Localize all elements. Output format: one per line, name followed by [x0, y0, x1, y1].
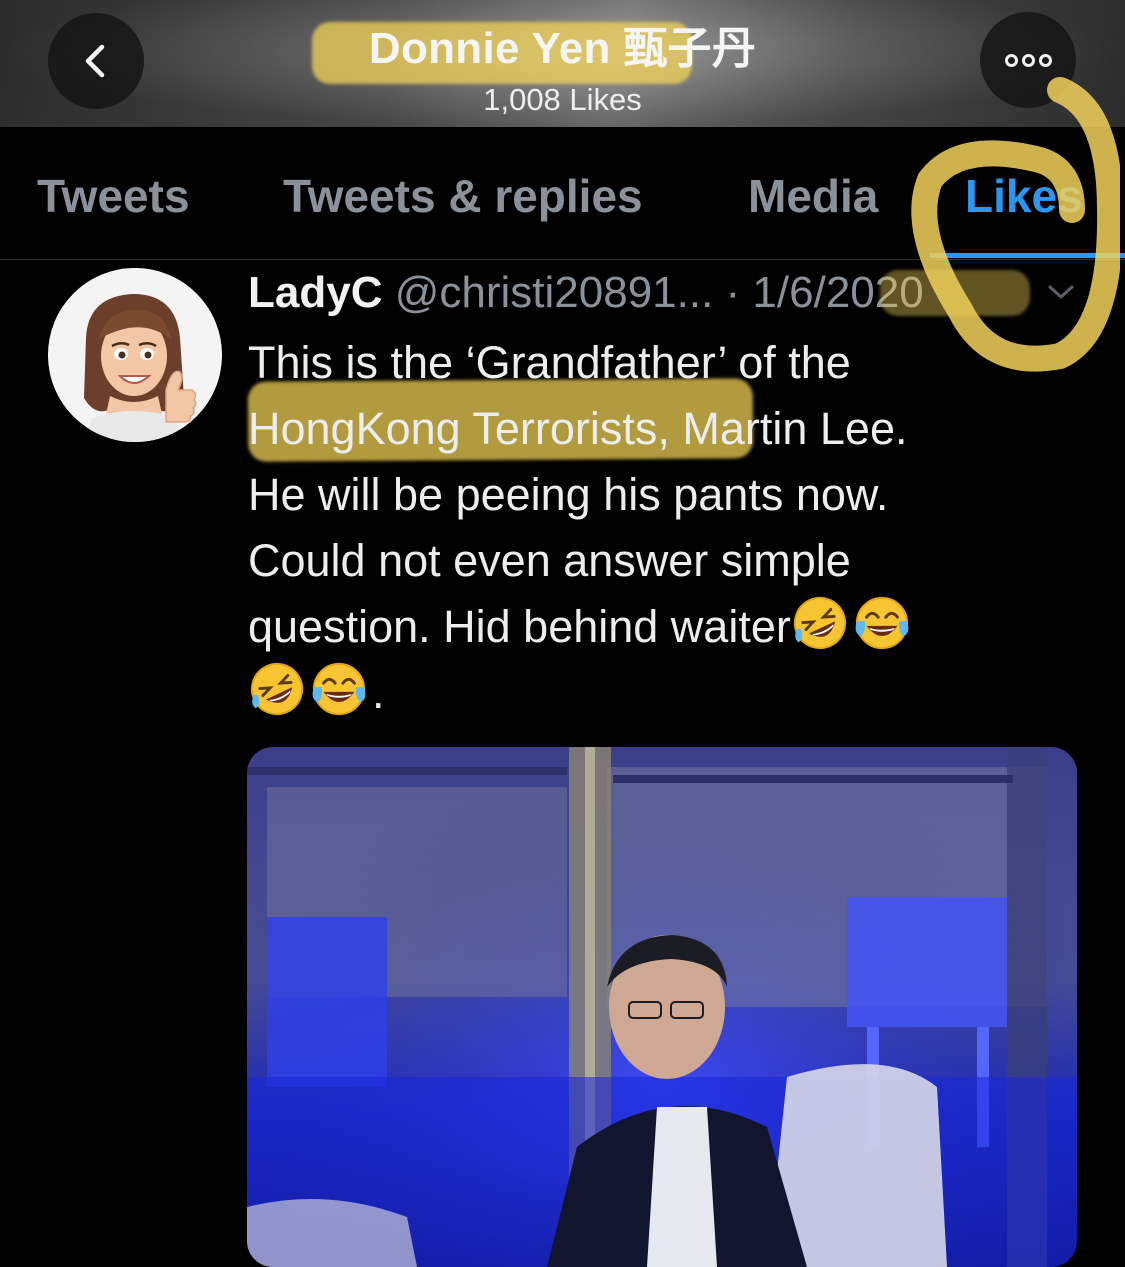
profile-header: Donnie Yen 甄子丹 1,008 Likes — [0, 0, 1125, 127]
tab-likes[interactable]: Likes — [965, 169, 1083, 223]
tweet-header: LadyC @christi20891... · 1/6/2020 — [248, 268, 924, 318]
tab-tweets[interactable]: Tweets — [37, 169, 190, 223]
more-options-button[interactable] — [980, 12, 1076, 108]
more-horizontal-icon — [1004, 53, 1052, 67]
tweet-author-handle[interactable]: @christi20891... — [395, 268, 714, 317]
date-highlight — [880, 270, 1030, 316]
tweet-trailing-period: . — [372, 667, 385, 718]
tweet-line: question. Hid behind waiter — [248, 601, 791, 652]
memoji-avatar-image — [48, 268, 222, 442]
chevron-down-icon[interactable] — [1046, 282, 1076, 302]
tweet-line: This is the ‘Grandfather’ of the — [248, 337, 851, 388]
tears-of-joy-emoji-icon — [855, 596, 909, 650]
tweet-video-media[interactable] — [247, 747, 1077, 1267]
likes-count: 1,008 Likes — [483, 82, 642, 117]
header-title-block: Donnie Yen 甄子丹 1,008 Likes — [0, 12, 1125, 118]
tweet-text: This is the ‘Grandfather’ of the HongKon… — [248, 330, 1068, 726]
tweet-line: He will be peeing his pants now. — [248, 469, 889, 520]
video-still-image — [247, 747, 1077, 1267]
profile-tabs: Tweets Tweets & replies Media Likes — [0, 127, 1125, 260]
tab-media[interactable]: Media — [748, 169, 878, 223]
tweet-separator: · — [713, 268, 753, 317]
chevron-left-icon — [85, 44, 105, 78]
rolling-laughing-emoji-icon — [793, 596, 846, 650]
tweet-line-5: question. Hid behind waiter — [248, 594, 1068, 660]
rolling-laughing-emoji-icon — [250, 662, 304, 716]
tweet-line-6: . — [248, 660, 1068, 726]
tears-of-joy-emoji-icon — [312, 662, 366, 716]
avatar[interactable] — [48, 268, 222, 442]
tweet-author-name[interactable]: LadyC — [248, 268, 382, 317]
tweet-line: Could not even answer simple — [248, 535, 851, 586]
back-button[interactable] — [48, 13, 144, 109]
tab-tweets-replies[interactable]: Tweets & replies — [283, 169, 643, 223]
tweet-line: HongKong Terrorists, Martin Lee. — [248, 403, 908, 454]
header-title: Donnie Yen 甄子丹 — [368, 24, 757, 73]
active-tab-indicator — [930, 253, 1125, 258]
